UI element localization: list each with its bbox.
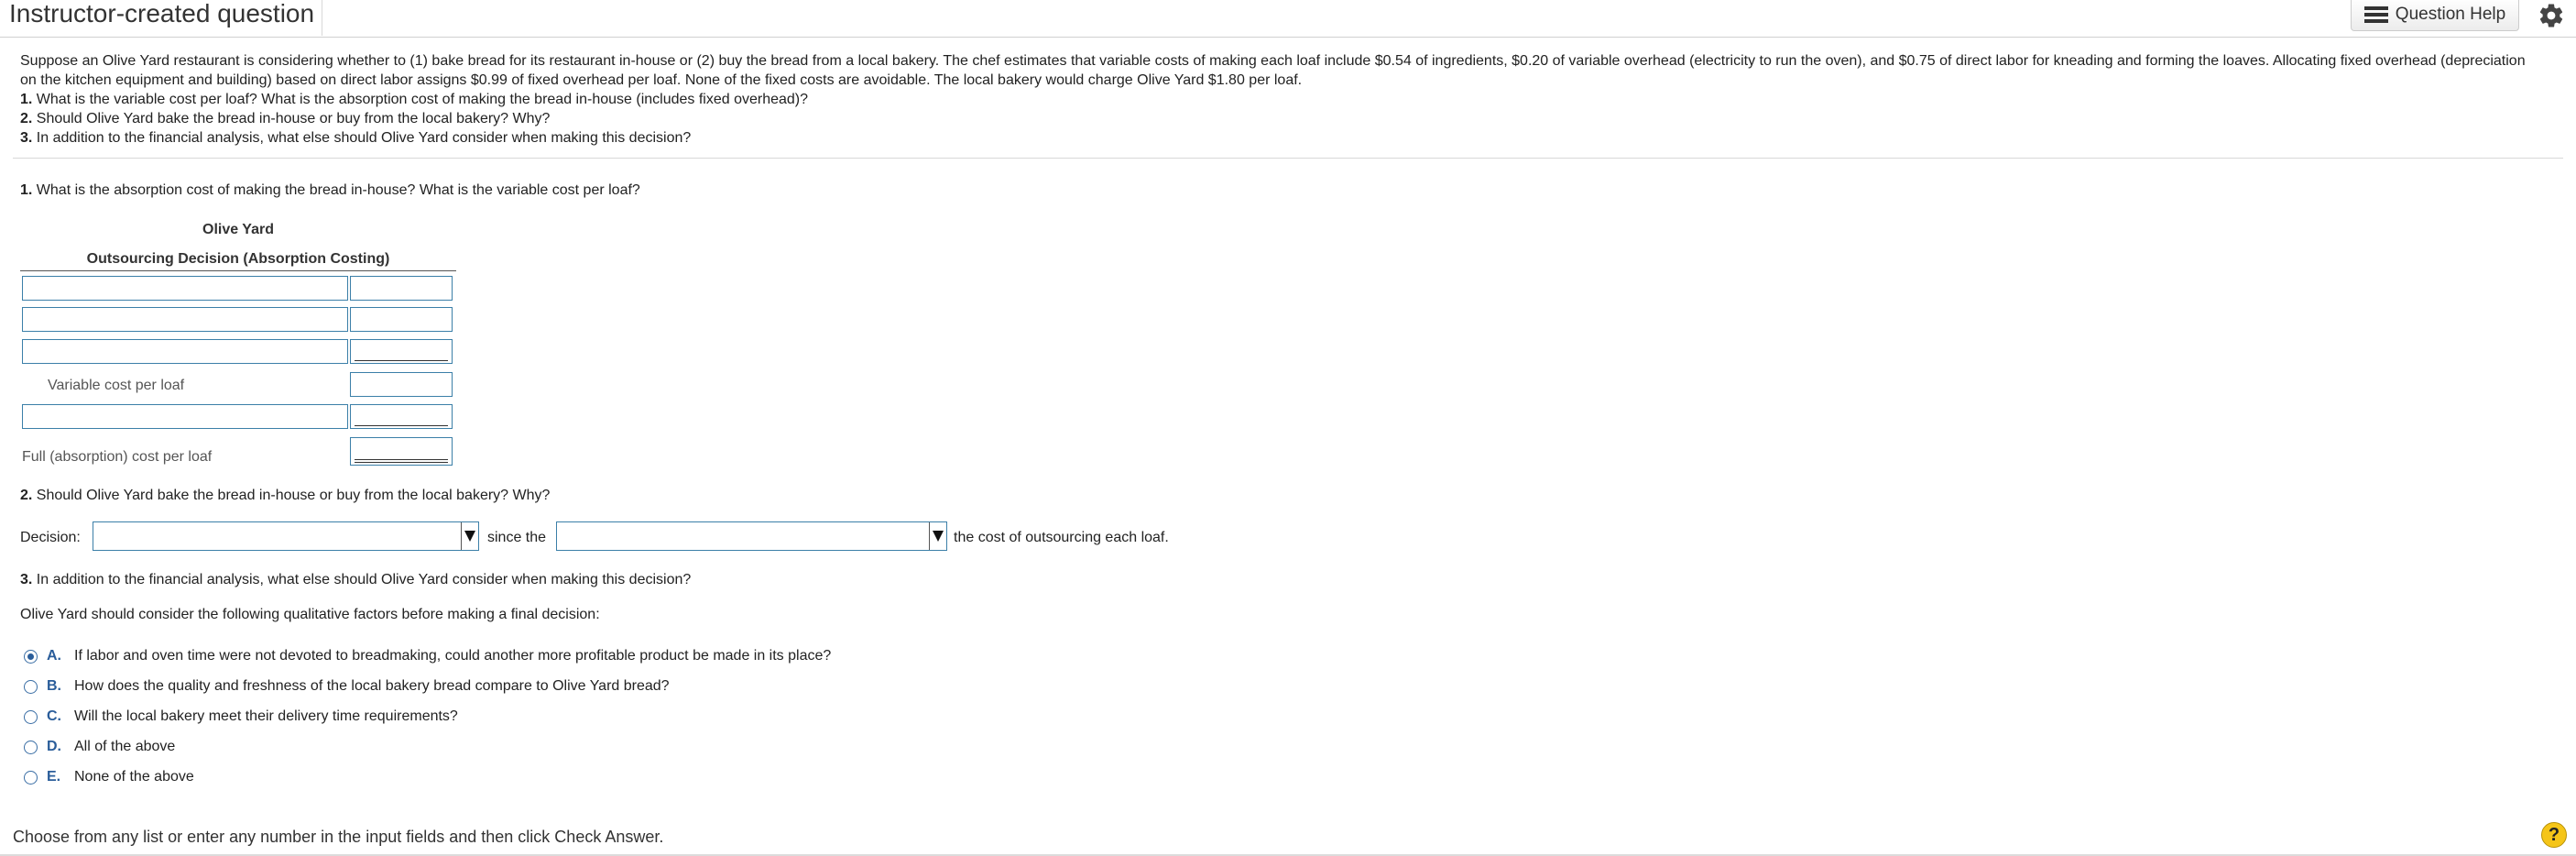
table-subtitle: Outsourcing Decision (Absorption Costing… (86, 251, 390, 267)
comparison-select[interactable] (556, 521, 947, 551)
option-d[interactable]: D. All of the above (24, 739, 175, 755)
problem-question-1: 1. What is the variable cost per loaf? W… (20, 92, 809, 107)
part3-question: 3. In addition to the financial analysis… (20, 572, 692, 587)
radio-button[interactable] (24, 679, 38, 694)
divider (13, 158, 2563, 159)
radio-button[interactable] (24, 709, 38, 724)
row2-amount-input[interactable] (350, 307, 453, 332)
problem-statement: Suppose an Olive Yard restaurant is cons… (20, 51, 2530, 148)
header-bar: Instructor-created question Question Hel… (0, 0, 2576, 38)
full-cost-input[interactable] (350, 437, 453, 466)
outsourcing-tail-text: the cost of outsourcing each loaf. (954, 530, 1169, 545)
variable-cost-label: Variable cost per loaf (48, 378, 185, 393)
radio-button[interactable] (24, 770, 38, 785)
dropdown-arrow-icon (929, 522, 946, 550)
problem-question-3: 3. In addition to the financial analysis… (20, 130, 692, 146)
part1-question: 1. What is the absorption cost of making… (20, 182, 640, 198)
problem-intro: Suppose an Olive Yard restaurant is cons… (20, 53, 2526, 88)
option-a[interactable]: A. If labor and oven time were not devot… (24, 648, 831, 664)
row1-label-input[interactable] (22, 276, 348, 301)
since-text: since the (487, 530, 547, 545)
table-title: Olive Yard (202, 222, 274, 237)
row5-amount-input[interactable] (350, 404, 453, 429)
part3-prompt: Olive Yard should consider the following… (20, 607, 600, 622)
row2-label-input[interactable] (22, 307, 348, 332)
row3-label-input[interactable] (22, 339, 348, 364)
list-icon (2363, 5, 2388, 23)
radio-button[interactable] (24, 740, 38, 754)
decision-label: Decision: (20, 530, 81, 545)
variable-cost-input[interactable] (350, 372, 453, 397)
row1-amount-input[interactable] (350, 276, 453, 301)
page-title: Instructor-created question (9, 0, 323, 36)
row3-amount-input[interactable] (350, 339, 453, 364)
row5-label-input[interactable] (22, 404, 348, 429)
question-help-label: Question Help (2395, 4, 2506, 24)
gear-icon[interactable] (2538, 2, 2565, 29)
radio-button[interactable] (24, 649, 38, 664)
dropdown-arrow-icon (461, 522, 478, 550)
part2-question: 2. Should Olive Yard bake the bread in-h… (20, 488, 551, 503)
problem-question-2: 2. Should Olive Yard bake the bread in-h… (20, 111, 551, 126)
option-c[interactable]: C. Will the local bakery meet their deli… (24, 708, 458, 725)
full-cost-label: Full (absorption) cost per loaf (22, 449, 213, 465)
option-e[interactable]: E. None of the above (24, 769, 194, 785)
option-b[interactable]: B. How does the quality and freshness of… (24, 678, 670, 695)
table-header-rule (20, 270, 456, 271)
decision-select[interactable] (93, 521, 479, 551)
help-icon[interactable]: ? (2541, 822, 2567, 848)
question-help-button[interactable]: Question Help (2351, 0, 2519, 31)
footer-instruction: Choose from any list or enter any number… (13, 828, 664, 846)
